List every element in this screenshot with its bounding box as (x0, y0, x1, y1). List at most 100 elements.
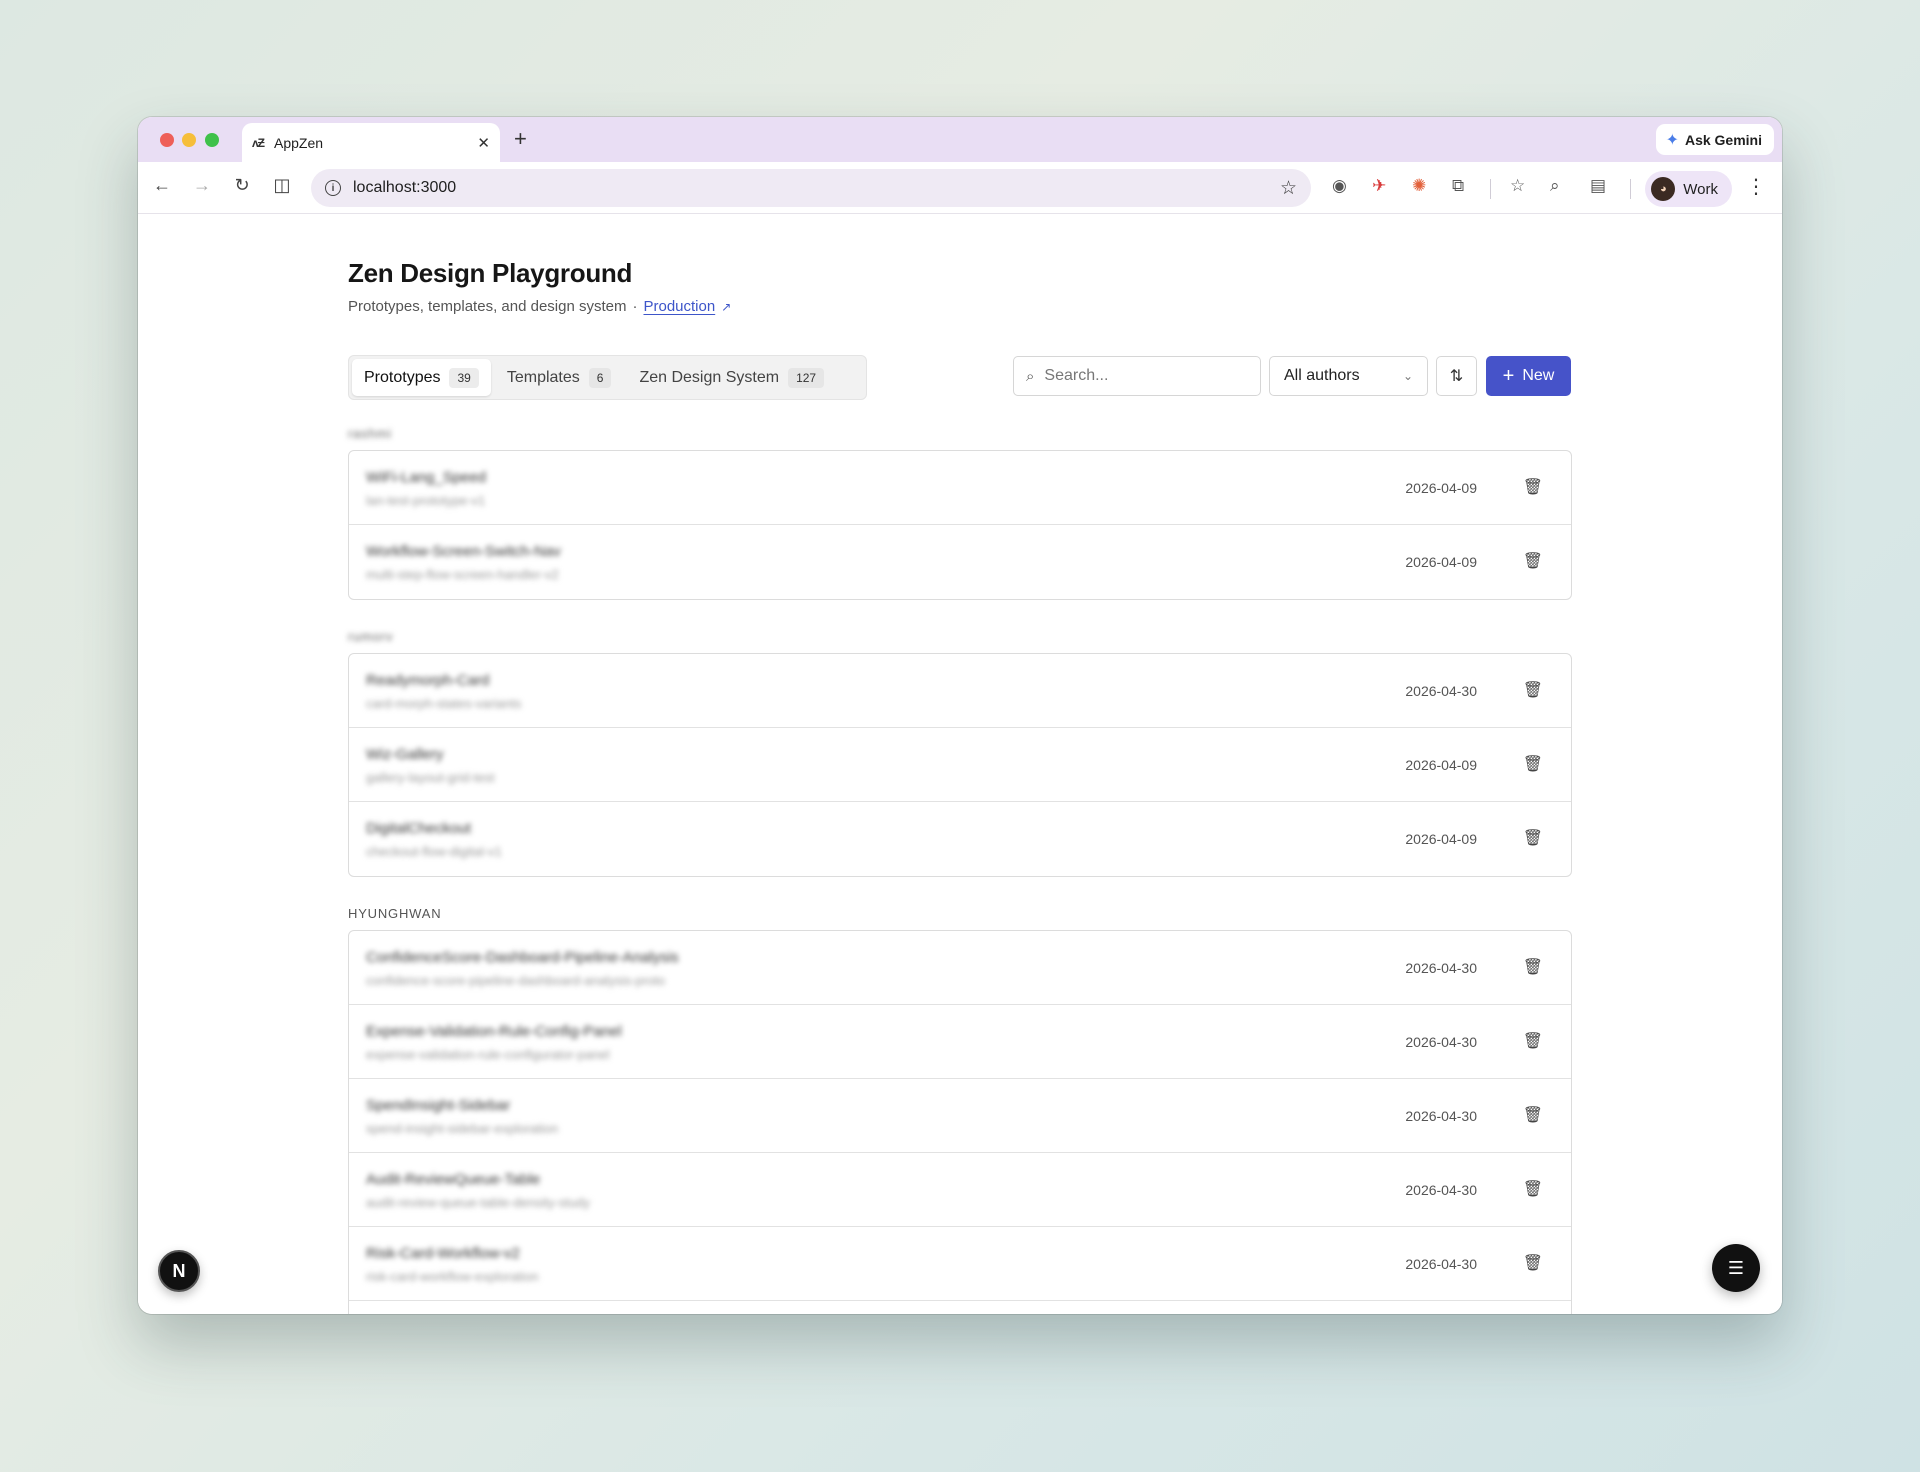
row-title: ConfidenceScore-Dashboard-Pipeline-Analy… (366, 949, 679, 966)
search-field[interactable]: ⌕ (1013, 356, 1261, 396)
tab-zen-design-system[interactable]: Zen Design System 127 (627, 359, 836, 396)
row-title: SpendInsight-Sidebar (366, 1097, 511, 1114)
authors-value: All authors (1284, 367, 1360, 384)
table-row[interactable]: DigitalCheckout checkout-flow-digital-v1… (349, 802, 1571, 876)
row-date: 2026-04-09 (1405, 757, 1477, 773)
table-row[interactable]: Wiz-Gallery gallery-layout-grid-test 202… (349, 728, 1571, 802)
row-subtitle: card-morph-states-variants (366, 696, 522, 711)
table-row[interactable] (349, 1301, 1571, 1314)
group-label: rumorv (348, 629, 394, 644)
profile-button[interactable]: ◕ Work (1645, 171, 1732, 207)
tab-strip: ʌƵ AppZen ✕ + ✦ Ask Gemini (138, 117, 1782, 162)
table-row[interactable]: Readymorph-Card card-morph-states-varian… (349, 654, 1571, 728)
trash-icon[interactable]: 🗑 (1523, 1105, 1543, 1125)
sort-arrows-icon: ⇅ (1449, 368, 1464, 385)
trash-icon[interactable]: 🗑 (1523, 477, 1543, 497)
ask-gemini-button[interactable]: ✦ Ask Gemini (1655, 124, 1774, 155)
production-link[interactable]: Production (643, 298, 715, 315)
row-title: Readymorph-Card (366, 672, 490, 689)
section-tabs: Prototypes 39 Templates 6 Zen Design Sys… (348, 355, 867, 400)
row-date: 2026-04-30 (1405, 960, 1477, 976)
feedback-fab[interactable]: ☰ (1712, 1244, 1760, 1292)
search-input[interactable] (1044, 367, 1235, 385)
row-date: 2026-04-09 (1405, 480, 1477, 496)
page-title: Zen Design Playground (348, 258, 633, 288)
tab-templates[interactable]: Templates 6 (495, 359, 624, 396)
forward-arrow-icon[interactable]: → (190, 175, 214, 196)
bird-extension-icon[interactable]: ✈ (1372, 176, 1386, 196)
sun-extension-icon[interactable]: ✺ (1412, 176, 1426, 196)
camera-icon[interactable]: ◉ (1332, 176, 1347, 196)
row-date: 2026-04-09 (1405, 554, 1477, 570)
count-badge: 39 (449, 367, 479, 388)
bookmark-star-icon[interactable]: ☆ (1280, 177, 1297, 200)
close-window-button[interactable] (160, 133, 174, 147)
table-row[interactable]: Workflow-Screen-Switch-Nav multi-step-fl… (349, 525, 1571, 599)
lens-search-icon[interactable]: ⌕ (1550, 176, 1560, 196)
row-title: Risk-Card-Workflow-v2 (366, 1245, 520, 1262)
tab-prototypes[interactable]: Prototypes 39 (352, 359, 491, 396)
site-info-icon[interactable]: i (325, 180, 341, 196)
row-subtitle: expense-validation-rule-configurator-pan… (366, 1047, 610, 1062)
table-row[interactable]: WiFi-Lang_Speed lan-test-prototype-v1 20… (349, 451, 1571, 525)
split-view-icon[interactable]: ◫ (270, 175, 294, 196)
count-badge: 127 (788, 367, 825, 388)
browser-toolbar: ← → ↻ ◫ i localhost:3000 ☆ ◉ ✈ ✺ ⧉ ☆ ⌕ ▤… (138, 162, 1782, 214)
gemini-sparkle-icon: ✦ (1665, 131, 1679, 149)
row-title: DigitalCheckout (366, 820, 472, 837)
row-subtitle: audit-review-queue-table-density-study (366, 1195, 591, 1210)
ask-gemini-label: Ask Gemini (1684, 131, 1762, 148)
new-label: New (1522, 367, 1555, 384)
appzen-favicon-icon: ʌƵ (252, 135, 265, 150)
nextjs-dev-badge[interactable]: N (158, 1250, 200, 1292)
trash-icon[interactable]: 🗑 (1523, 1253, 1543, 1273)
toolbar-divider (1630, 179, 1631, 199)
row-date: 2026-04-30 (1405, 1108, 1477, 1124)
page-content: Zen Design Playground Prototypes, templa… (138, 214, 1782, 1314)
row-subtitle: checkout-flow-digital-v1 (366, 844, 502, 859)
minimize-window-button[interactable] (182, 133, 196, 147)
back-arrow-icon[interactable]: ← (150, 175, 174, 196)
table-row[interactable]: Expense-Validation-Rule-Config-Panel exp… (349, 1005, 1571, 1079)
address-bar[interactable]: i localhost:3000 ☆ (311, 169, 1311, 207)
new-tab-icon[interactable]: + (514, 126, 527, 152)
trash-icon[interactable]: 🗑 (1523, 828, 1543, 848)
more-vert-icon[interactable]: ⋮ (1746, 174, 1766, 199)
maximize-window-button[interactable] (205, 133, 219, 147)
table-row[interactable]: ConfidenceScore-Dashboard-Pipeline-Analy… (349, 931, 1571, 1005)
table-row[interactable]: Audit-ReviewQueue-Table audit-review-que… (349, 1153, 1571, 1227)
row-title: WiFi-Lang_Speed (366, 469, 487, 486)
reload-icon[interactable]: ↻ (230, 175, 254, 196)
row-date: 2026-04-09 (1405, 831, 1477, 847)
tab-label: Prototypes (364, 368, 441, 386)
trash-icon[interactable]: 🗑 (1523, 1031, 1543, 1051)
new-button[interactable]: + New (1486, 356, 1571, 396)
close-tab-icon[interactable]: ✕ (477, 134, 490, 152)
sort-button[interactable]: ⇅ (1436, 356, 1477, 396)
trash-icon[interactable]: 🗑 (1523, 957, 1543, 977)
table-row[interactable]: SpendInsight-Sidebar spend-insight-sideb… (349, 1079, 1571, 1153)
browser-tab-appzen[interactable]: ʌƵ AppZen ✕ (242, 123, 500, 162)
table-row[interactable]: Risk-Card-Workflow-v2 risk-card-workflow… (349, 1227, 1571, 1301)
plus-icon: + (1502, 365, 1515, 387)
trash-icon[interactable]: 🗑 (1523, 1179, 1543, 1199)
bookmarks-icon[interactable]: ☆ (1510, 176, 1525, 196)
row-title: Workflow-Screen-Switch-Nav (366, 543, 561, 560)
url-text[interactable]: localhost:3000 (353, 179, 1280, 197)
group-label: HYUNGHWAN (348, 906, 442, 921)
row-subtitle: risk-card-workflow-exploration (366, 1269, 539, 1284)
avatar: ◕ (1651, 177, 1676, 201)
group-label: rashmi (348, 426, 392, 441)
trash-icon[interactable]: 🗑 (1523, 754, 1543, 774)
reading-list-icon[interactable]: ▤ (1590, 176, 1606, 196)
trash-icon[interactable]: 🗑 (1523, 551, 1543, 571)
tab-label: Templates (506, 368, 580, 386)
trash-icon[interactable]: 🗑 (1523, 680, 1543, 700)
external-link-icon: ↗ (721, 299, 732, 314)
row-title: Wiz-Gallery (366, 746, 444, 763)
tab-title: AppZen (274, 134, 324, 151)
prototype-group: WiFi-Lang_Speed lan-test-prototype-v1 20… (348, 450, 1572, 600)
authors-select[interactable]: All authors ⌄ (1269, 356, 1428, 396)
puzzle-icon[interactable]: ⧉ (1452, 176, 1464, 196)
count-badge: 6 (588, 367, 612, 388)
